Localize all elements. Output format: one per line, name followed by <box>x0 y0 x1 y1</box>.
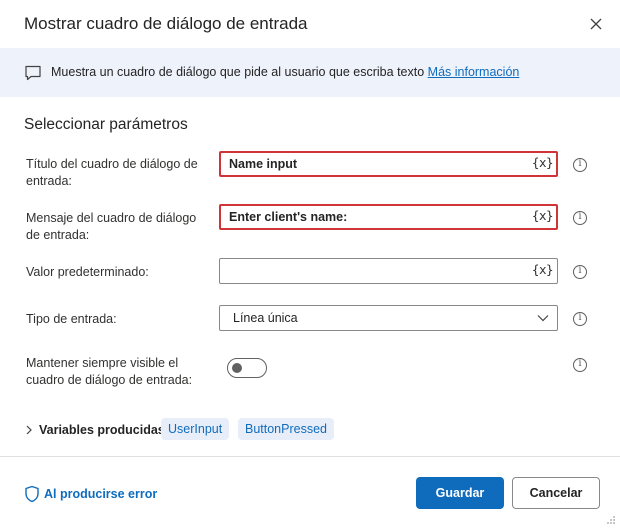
variables-produced-label: Variables producidas <box>39 423 165 437</box>
on-error-label: Al producirse error <box>44 487 158 501</box>
close-icon[interactable] <box>586 14 606 34</box>
footer-divider <box>0 456 620 457</box>
banner-description: Muestra un cuadro de diálogo que pide al… <box>51 65 425 79</box>
variable-picker-button[interactable]: {x} <box>532 208 554 223</box>
dialog-message-value: Enter client's name: <box>229 210 348 224</box>
keep-on-top-label: Mantener siempre visible el cuadro de di… <box>26 356 193 387</box>
save-button[interactable]: Guardar <box>416 477 504 509</box>
default-value-input[interactable]: {x} <box>219 258 558 284</box>
dialog-message-label: Mensaje del cuadro de diálogo de entrada… <box>26 211 197 242</box>
cancel-button[interactable]: Cancelar <box>512 477 600 509</box>
shield-icon <box>25 485 39 503</box>
default-value-label: Valor predeterminado: <box>26 265 149 279</box>
info-icon[interactable] <box>573 158 587 172</box>
dialog: Mostrar cuadro de diálogo de entrada Mue… <box>0 0 620 529</box>
info-icon[interactable] <box>573 312 587 326</box>
info-banner: Muestra un cuadro de diálogo que pide al… <box>0 48 620 97</box>
input-type-select[interactable]: Línea única <box>219 305 558 331</box>
resize-grip-icon[interactable] <box>606 515 616 525</box>
info-icon[interactable] <box>573 265 587 279</box>
variable-chip-userinput[interactable]: UserInput <box>161 418 230 440</box>
chevron-right-icon <box>26 425 32 435</box>
banner-text: Muestra un cuadro de diálogo que pide al… <box>51 65 519 79</box>
keep-on-top-toggle[interactable] <box>227 358 267 378</box>
learn-more-link[interactable]: Más información <box>428 65 520 79</box>
dialog-title: Mostrar cuadro de diálogo de entrada <box>24 14 308 33</box>
info-icon[interactable] <box>573 358 587 372</box>
dialog-title-label: Título del cuadro de diálogo de entrada: <box>26 157 198 188</box>
section-title: Seleccionar parámetros <box>24 116 188 133</box>
chevron-down-icon <box>537 315 549 322</box>
dialog-title-value: Name input <box>229 157 298 171</box>
variable-chip-buttonpressed[interactable]: ButtonPressed <box>238 418 334 440</box>
dialog-title-input[interactable]: Name input {x} <box>219 151 558 177</box>
info-icon[interactable] <box>573 211 587 225</box>
dialog-message-input[interactable]: Enter client's name: {x} <box>219 204 558 230</box>
input-type-value: Línea única <box>233 311 298 325</box>
message-icon <box>25 65 41 81</box>
variable-picker-button[interactable]: {x} <box>532 155 554 170</box>
input-type-label: Tipo de entrada: <box>26 312 117 326</box>
variable-picker-button[interactable]: {x} <box>532 262 554 277</box>
toggle-knob <box>232 363 242 373</box>
